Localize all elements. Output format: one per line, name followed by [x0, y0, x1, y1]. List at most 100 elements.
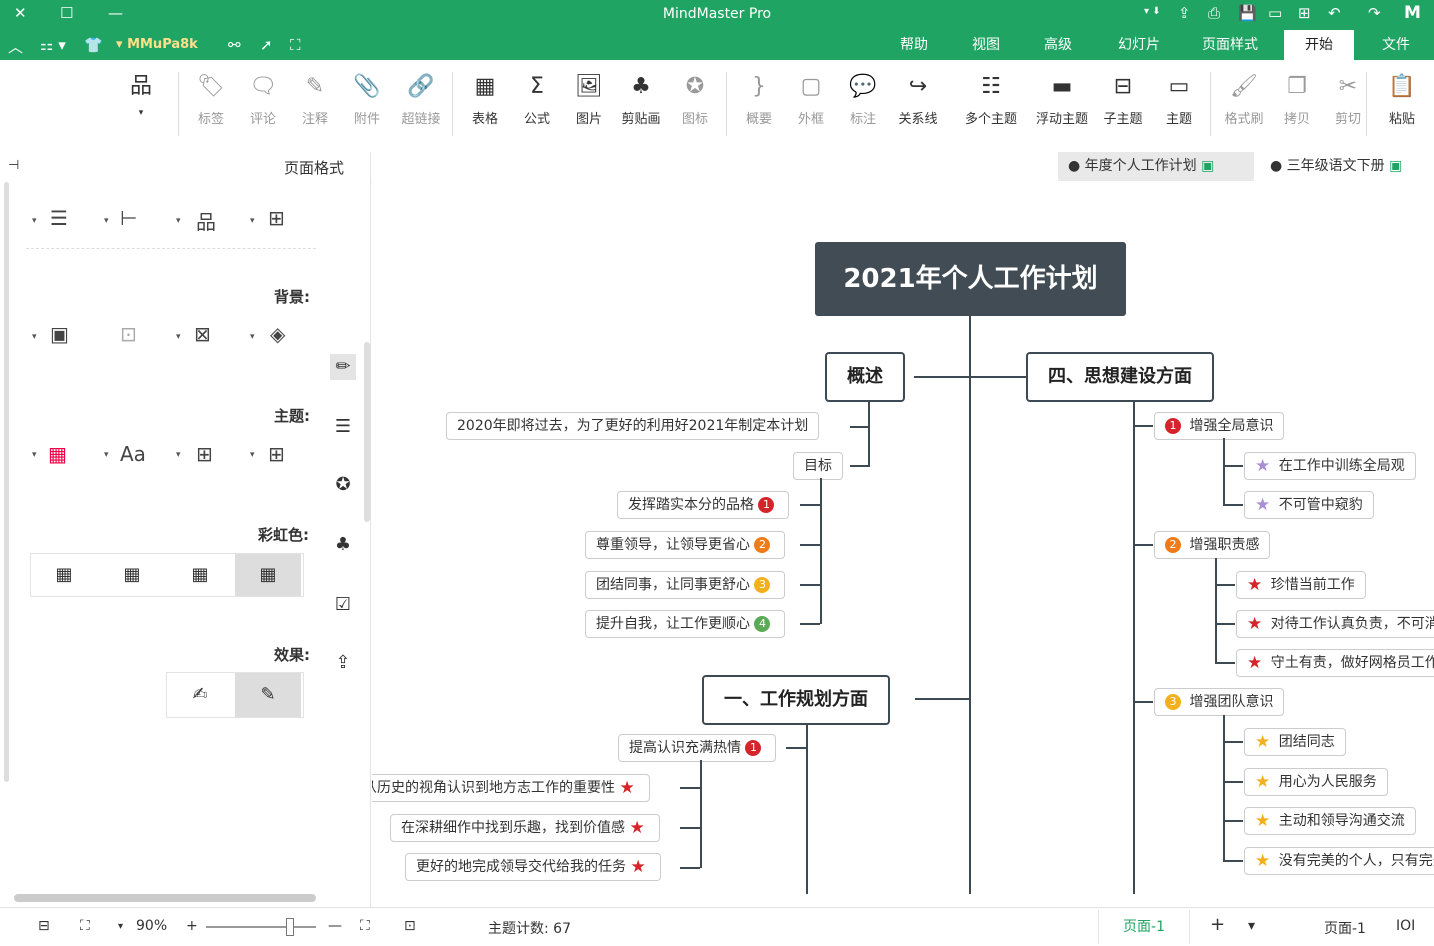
paste-button[interactable]: 📋 粘贴 — [1377, 70, 1427, 127]
ideology-group-2[interactable]: 2 增强职责感 — [1154, 531, 1271, 559]
numbering-icon[interactable]: ☰ — [50, 206, 68, 230]
format-painter-button[interactable]: 🖌 格式刷 — [1216, 70, 1272, 127]
presentation-icon[interactable]: ⊡ — [404, 918, 416, 934]
chevron-down-icon[interactable]: ▾ — [176, 332, 181, 342]
normal-effect-icon[interactable]: ✎ — [235, 673, 301, 717]
export-icon[interactable]: ⇪ — [1178, 4, 1191, 22]
overview-intro[interactable]: 2020年即将过去，为了更好的利用好2021年制定本计划 — [446, 412, 820, 440]
cursor-icon[interactable]: ➚ — [260, 36, 273, 54]
zoom-slider-handle[interactable] — [286, 918, 294, 936]
callout-button[interactable]: 💬 标注 — [838, 70, 888, 127]
tab-start[interactable]: 开始 — [1284, 30, 1354, 60]
fit-page-icon[interactable]: ⊟ — [38, 918, 50, 934]
layout-button[interactable]: 品 ▾ — [116, 70, 166, 118]
close-icon[interactable]: ✕ — [14, 4, 27, 22]
multiple-topics-button[interactable]: ☷ 多个主题 — [958, 70, 1024, 127]
rainbow-option-4[interactable]: ▦ — [235, 554, 301, 596]
open-icon[interactable]: ▭ — [1268, 4, 1282, 22]
ideology-sub-3-4[interactable]: ★ 没有完美的个人，只有完美的集体 — [1244, 847, 1434, 875]
page-tab-active[interactable]: 页面-1 — [1098, 910, 1190, 944]
subtopic-button[interactable]: ⊟ 子主题 — [1098, 70, 1148, 127]
panel-scrollbar[interactable] — [364, 342, 370, 522]
topic-ideology[interactable]: 四、思想建设方面 — [1026, 352, 1214, 402]
redo-icon[interactable]: ↷ — [1368, 4, 1381, 22]
note-button[interactable]: ✎ 注释 — [290, 70, 340, 127]
page-list-dropdown-icon[interactable]: ▾ — [1248, 918, 1255, 934]
topic-overview[interactable]: 概述 — [825, 352, 905, 402]
chevron-down-icon[interactable]: ▾ — [250, 332, 255, 342]
fill-bucket-icon[interactable]: ◈ — [270, 322, 285, 346]
goal-item-1[interactable]: 发挥踏实本分的品格 1 — [617, 491, 790, 519]
ideology-sub-3-1[interactable]: ★ 团结同志 — [1244, 728, 1346, 756]
table-button[interactable]: ▦ 表格 — [460, 70, 510, 127]
rainbow-option-3[interactable]: ▦ — [167, 554, 233, 596]
goal-item-2[interactable]: 尊重领导，让领导更省心 2 — [585, 531, 786, 559]
goal-item-3[interactable]: 团结同事，让同事更舒心 3 — [585, 571, 786, 599]
new-icon[interactable]: ⊞ — [1298, 4, 1311, 22]
ideology-sub-1-1[interactable]: ★ 在工作中训练全局观 — [1244, 452, 1416, 480]
comment-button[interactable]: 🗨 评论 — [238, 70, 288, 127]
share-icon[interactable]: ⚯ — [228, 36, 241, 54]
task-tab-icon[interactable]: ☑ — [330, 592, 356, 618]
hyperlink-button[interactable]: 🔗 超链接 — [394, 70, 448, 127]
tab-page-style[interactable]: 页面样式 — [1190, 30, 1270, 60]
image-watermark-icon[interactable]: ⊡ — [120, 322, 137, 346]
doc-tab-chinese[interactable]: ● 三年级语文下册 ▣ — [1260, 152, 1412, 181]
page-menu-icon[interactable]: IOI — [1396, 918, 1415, 934]
fit-selection-icon[interactable]: ⛶ — [80, 918, 90, 934]
collapse-ribbon-icon[interactable]: ︿ — [8, 36, 23, 57]
tab-view[interactable]: 视图 — [956, 30, 1016, 60]
fullscreen-icon[interactable]: ⛶ — [290, 36, 301, 54]
outline-tab-icon[interactable]: ☰ — [330, 414, 356, 440]
attachment-button[interactable]: 📎 附件 — [342, 70, 392, 127]
chevron-down-icon[interactable]: ▾ — [32, 216, 37, 226]
chevron-down-icon[interactable]: ▾ — [32, 450, 37, 460]
picture-button[interactable]: 🖼 图片 — [564, 70, 614, 127]
planning-sub-1[interactable]: 从历史的视角认识到地方志工作的重要性 ★ — [372, 774, 650, 802]
user-account[interactable]: ▾ MMuPa8k — [116, 37, 198, 52]
add-page-icon[interactable]: + — [1210, 914, 1225, 935]
emblem-button[interactable]: ✪ 图标 — [670, 70, 720, 127]
goal-node[interactable]: 目标 — [793, 452, 843, 480]
layout-grid-icon[interactable]: ⊞ — [268, 206, 285, 230]
chevron-down-icon[interactable]: ▾ — [104, 216, 109, 226]
summary-button[interactable]: } 概要 — [734, 70, 784, 127]
planning-sub-2[interactable]: 在深耕细作中找到乐趣，找到价值感 ★ — [390, 814, 660, 842]
chevron-down-icon[interactable]: ▾ — [250, 216, 255, 226]
color-theme-icon[interactable]: ▦ — [48, 442, 67, 466]
quick-access-dropdown-icon[interactable]: ▾ ⬇ — [1144, 6, 1161, 17]
boundary-button[interactable]: ▢ 外框 — [786, 70, 836, 127]
ideology-sub-2-1[interactable]: ★ 珍惜当前工作 — [1236, 571, 1366, 599]
maximize-icon[interactable]: ☐ — [60, 4, 73, 22]
export-tab-icon[interactable]: ⇪ — [330, 650, 356, 676]
zoom-out-icon[interactable]: — — [328, 918, 342, 934]
ideology-sub-1-2[interactable]: ★ 不可管中窥豹 — [1244, 491, 1374, 519]
ideology-sub-2-2[interactable]: ★ 对待工作认真负责，不可消极懈怠 — [1236, 610, 1434, 638]
planning-item-1[interactable]: 提高认识充满热情 1 — [618, 734, 777, 762]
font-icon[interactable]: Aa — [120, 442, 146, 466]
ideology-sub-3-3[interactable]: ★ 主动和领导沟通交流 — [1244, 807, 1416, 835]
theme-grid-icon[interactable]: ⊞ — [268, 442, 285, 466]
save-icon[interactable]: 💾 — [1238, 4, 1257, 22]
apps-icon[interactable]: ⚏ ▾ — [40, 36, 66, 54]
ideology-group-3[interactable]: 3 增强团队意识 — [1154, 688, 1285, 716]
tab-advanced[interactable]: 高级 — [1028, 30, 1088, 60]
structure-icon[interactable]: 品 — [196, 206, 216, 235]
print-icon[interactable]: ⎙ — [1208, 4, 1220, 22]
rainbow-option-1[interactable]: ▦ — [31, 554, 97, 596]
copy-button[interactable]: ❐ 拷贝 — [1272, 70, 1322, 127]
panel-left-scrollbar[interactable] — [4, 182, 9, 782]
root-topic[interactable]: 2021年个人工作计划 — [815, 242, 1126, 316]
floating-topic-button[interactable]: ▬ 浮动主题 — [1030, 70, 1094, 127]
fullscreen-icon[interactable]: ⛶ — [360, 918, 370, 934]
page-format-tab-icon[interactable]: ✏ — [330, 354, 356, 380]
theme-style-icon[interactable]: ⊞ — [196, 442, 213, 466]
goal-item-4[interactable]: 提升自我，让工作更顺心 4 — [585, 610, 786, 638]
tab-help[interactable]: 帮助 — [884, 30, 944, 60]
hand-drawn-effect-icon[interactable]: ✍ — [167, 673, 233, 717]
doc-tab-work-plan[interactable]: ● 年度个人工作计划 ▣ — [1058, 152, 1254, 181]
chevron-down-icon[interactable]: ▾ — [118, 921, 123, 932]
topic-button[interactable]: ▭ 主题 — [1154, 70, 1204, 127]
shirt-icon[interactable]: 👕 — [84, 36, 103, 54]
connector-icon[interactable]: ⊢ — [120, 206, 137, 230]
